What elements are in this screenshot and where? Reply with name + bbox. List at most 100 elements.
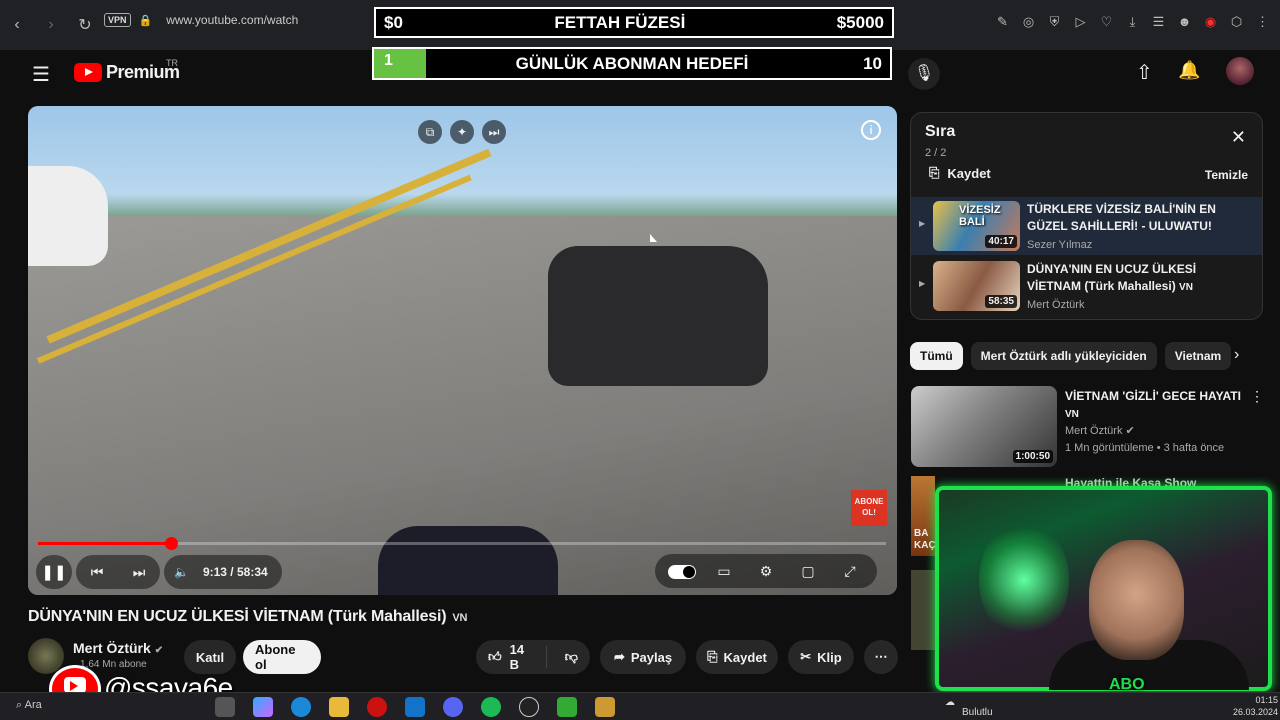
next-icon[interactable]: ⏭ [118, 564, 160, 581]
thumbnail-overlay-text: BA KAÇ [914, 528, 936, 551]
taskbar-search[interactable]: ⌕ Ara [16, 699, 42, 712]
extension-red-icon[interactable]: ◉ [1203, 14, 1218, 29]
play-icon[interactable]: ▷ [1073, 14, 1088, 29]
dislike-button[interactable]: 👎︎ [553, 649, 590, 665]
recommended-channel-text[interactable]: Mert Öztürk [1065, 425, 1122, 437]
progress-bar[interactable] [38, 537, 886, 550]
spotify-icon[interactable] [481, 697, 501, 717]
previous-icon[interactable]: ⏮ [76, 564, 118, 581]
edit-icon[interactable]: ✎ [995, 14, 1010, 29]
queue-save-button[interactable]: ⎘ Kaydet [929, 165, 991, 181]
bookmark-icon: ⎘ [707, 649, 718, 664]
subscriber-count: 1,64 Mn abone [80, 659, 147, 670]
sparkle-icon[interactable]: ✦ [450, 120, 474, 144]
app-icon[interactable] [595, 697, 615, 717]
queue-thumbnail[interactable]: 58:35 [933, 261, 1020, 311]
donation-overlay: $0 FETTAH FÜZESİ $5000 [374, 7, 894, 38]
profile-icon[interactable]: ☻ [1177, 14, 1192, 29]
taskbar-apps [215, 697, 615, 717]
menu-list-icon[interactable]: ☰ [1151, 14, 1166, 29]
recommended-channel[interactable]: Mert Öztürk ✔ [1065, 424, 1135, 437]
save-button[interactable]: ⎘ Kaydet [696, 640, 778, 674]
reload-icon[interactable]: ↻ [68, 15, 102, 35]
obs-icon[interactable] [519, 697, 539, 717]
theater-mode-icon[interactable]: ▢ [787, 563, 829, 580]
pause-icon[interactable]: ❚❚ [36, 555, 72, 589]
weather-label: Bulutlu [962, 707, 993, 718]
download-icon[interactable]: ⤓ [1125, 14, 1140, 29]
youtube-play-icon [70, 681, 78, 691]
heart-icon[interactable]: ♡ [1099, 14, 1114, 29]
join-button[interactable]: Katıl [184, 640, 236, 674]
queue-item-title[interactable]: TÜRKLERE VİZESİZ BALİ'NİN EN GÜZEL SAHİL… [1027, 201, 1247, 235]
copilot-icon[interactable] [253, 697, 273, 717]
youtube-logo[interactable]: Premium [74, 62, 180, 83]
xbox-icon[interactable] [557, 697, 577, 717]
back-icon[interactable]: ‹ [0, 16, 34, 34]
more-vertical-icon[interactable]: ⋮ [1250, 388, 1264, 405]
chip-uploader[interactable]: Mert Öztürk adlı yükleyiciden [970, 342, 1157, 370]
copy-icon[interactable]: ⧉ [418, 120, 442, 144]
folder-icon[interactable] [329, 697, 349, 717]
recommended-thumbnail[interactable] [911, 570, 935, 650]
queue-item-channel: Mert Öztürk [1027, 299, 1085, 311]
video-player[interactable]: ⧉ ✦ ⏭ i ABONE OL! ❚❚ ⏮ ⏭ 🔈 9:13 / 58:34 … [28, 106, 897, 595]
queue-item-title-text[interactable]: DÜNYA'NIN EN UCUZ ÜLKESİ VİETNAM (Türk M… [1027, 262, 1196, 293]
forward-icon[interactable]: › [34, 16, 68, 34]
url-text[interactable]: www.youtube.com/watch [166, 13, 298, 27]
mail-icon[interactable] [405, 697, 425, 717]
youtube-play-icon [74, 63, 102, 82]
duration-badge: 58:35 [985, 295, 1017, 308]
subscribe-badge[interactable]: ABONE OL! [851, 490, 887, 526]
address-bar[interactable]: VPN 🔒 www.youtube.com/watch [104, 13, 298, 27]
queue-thumbnail[interactable]: VİZESİZ BALİ 40:17 [933, 201, 1020, 251]
upload-icon[interactable]: ⇧ [1136, 60, 1153, 85]
settings-gear-icon[interactable]: ⚙ [745, 563, 787, 580]
queue-item[interactable]: ▶ 58:35 DÜNYA'NIN EN UCUZ ÜLKESİ VİETNAM… [911, 257, 1262, 315]
opera-icon[interactable] [367, 697, 387, 717]
thumbs-down-icon: 👎︎ [564, 649, 578, 664]
subscribe-button[interactable]: Abone ol [243, 640, 321, 674]
video-title-text: DÜNYA'NIN EN UCUZ ÜLKESİ VİETNAM (Türk M… [28, 608, 447, 625]
channel-avatar[interactable] [28, 638, 64, 674]
volume-icon[interactable]: 🔈 [174, 565, 189, 579]
recommended-title[interactable]: VİETNAM 'GİZLİ' GECE HAYATI VN [1065, 388, 1245, 423]
channel-name-text[interactable]: Mert Öztürk [73, 640, 151, 656]
camera-icon[interactable]: ◎ [1021, 14, 1036, 29]
webcam-person-face [1089, 540, 1184, 660]
skip-icon[interactable]: ⏭ [482, 120, 506, 144]
queue-clear-button[interactable]: Temizle [1205, 168, 1248, 182]
like-button[interactable]: 👍︎ 14 B [476, 642, 547, 672]
vpn-badge[interactable]: VPN [104, 13, 131, 27]
edge-icon[interactable] [291, 697, 311, 717]
hamburger-menu-icon[interactable]: ☰ [32, 62, 50, 87]
notification-bell-icon[interactable]: 🔔 [1178, 60, 1200, 81]
taskbar-clock[interactable]: 01:15 26.03.2024 [1233, 694, 1278, 718]
app-icon[interactable] [215, 697, 235, 717]
close-icon[interactable]: ✕ [1231, 127, 1246, 148]
microphone-icon[interactable]: 🎙 [908, 58, 940, 90]
weather-cloud-icon[interactable]: ☁ [945, 697, 955, 708]
chip-all[interactable]: Tümü [910, 342, 963, 370]
discord-icon[interactable] [443, 697, 463, 717]
recommended-thumbnail[interactable]: 1:00:50 [911, 386, 1057, 467]
more-actions-button[interactable]: ⋯ [864, 640, 898, 674]
recommended-title-text[interactable]: VİETNAM 'GİZLİ' GECE HAYATI [1065, 389, 1241, 403]
user-avatar[interactable] [1226, 57, 1254, 85]
queue-item-title[interactable]: DÜNYA'NIN EN UCUZ ÜLKESİ VİETNAM (Türk M… [1027, 261, 1247, 296]
share-button[interactable]: ➦ Paylaş [600, 640, 686, 674]
fullscreen-icon[interactable]: ⤢ [829, 563, 871, 580]
queue-item[interactable]: ▶ VİZESİZ BALİ 40:17 TÜRKLERE VİZESİZ BA… [911, 197, 1262, 255]
channel-name[interactable]: Mert Öztürk ✔ [73, 640, 163, 656]
chevron-right-icon[interactable]: › [1234, 346, 1239, 364]
shield-icon[interactable]: ⛨ [1047, 14, 1062, 29]
cube-icon[interactable]: ⬡ [1229, 14, 1244, 29]
autoplay-toggle[interactable] [661, 563, 703, 580]
more-icon[interactable]: ⋮ [1255, 14, 1270, 29]
share-arrow-icon: ➦ [613, 649, 625, 664]
queue-panel: Sıra 2 / 2 ✕ ⎘ Kaydet Temizle ▶ VİZESİZ B… [910, 112, 1263, 320]
chip-vietnam[interactable]: Vietnam [1164, 342, 1232, 370]
subtitles-icon[interactable]: ▭ [703, 563, 745, 580]
clip-button[interactable]: ✂ Klip [788, 640, 854, 674]
info-icon[interactable]: i [861, 120, 881, 140]
